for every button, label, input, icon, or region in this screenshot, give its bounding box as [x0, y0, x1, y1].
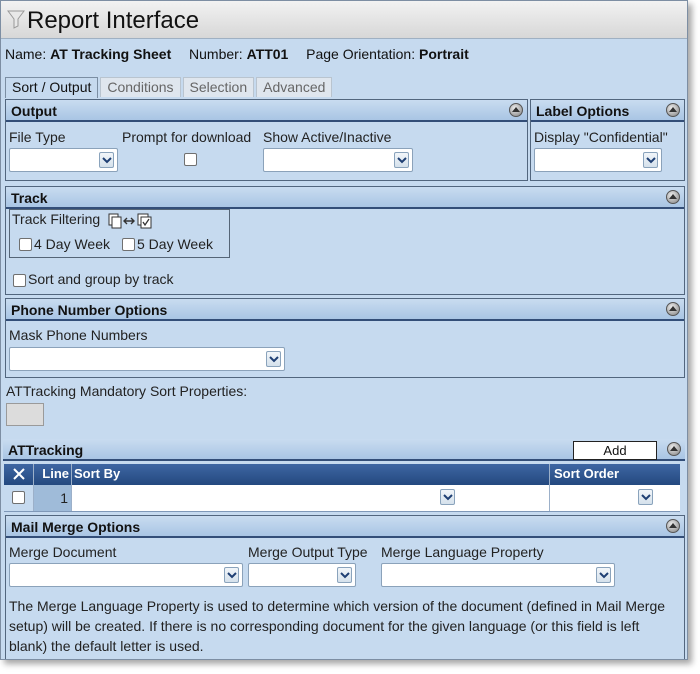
collapse-icon[interactable]: [666, 103, 680, 117]
copy-swap-icon[interactable]: [108, 213, 156, 229]
attracking-title: ATTracking: [8, 442, 84, 458]
label-options-header: Label Options: [531, 100, 684, 122]
title-bar: Report Interface: [1, 1, 687, 39]
merge-document-label: Merge Document: [9, 544, 117, 560]
chevron-down-icon[interactable]: [224, 567, 239, 583]
tab-sort-output[interactable]: Sort / Output: [5, 77, 99, 98]
tab-selection[interactable]: Selection: [182, 77, 255, 97]
sort-by-select[interactable]: [74, 486, 458, 510]
show-active-label: Show Active/Inactive: [263, 129, 392, 145]
orientation-value: Portrait: [418, 46, 469, 62]
track-panel-header: Track: [6, 187, 684, 209]
five-day-week-checkbox[interactable]: [122, 238, 135, 251]
collapse-icon[interactable]: [667, 442, 681, 456]
row-select-cell: [4, 485, 34, 511]
chevron-down-icon[interactable]: [638, 489, 653, 505]
tab-bar: Sort / Output Conditions Selection Advanced: [5, 77, 334, 98]
output-panel-header: Output: [6, 100, 527, 122]
output-panel: Output File Type Prompt for download Sho…: [5, 99, 528, 181]
sort-order-select[interactable]: [552, 486, 656, 510]
table-row: 1: [4, 485, 680, 512]
grid-header: Line Sort By Sort Order: [4, 464, 680, 485]
sort-by-cell: [72, 485, 550, 511]
name-label: Name:: [5, 46, 47, 62]
sort-group-track-checkbox[interactable]: [13, 274, 26, 287]
tab-conditions[interactable]: Conditions: [100, 77, 181, 97]
chevron-down-icon[interactable]: [266, 351, 281, 367]
chevron-down-icon[interactable]: [394, 152, 409, 168]
report-meta: Name: AT Tracking Sheet Number: ATT01 Pa…: [5, 46, 469, 62]
display-confidential-label: Display "Confidential": [534, 129, 668, 145]
sort-group-track-label: Sort and group by track: [28, 271, 174, 287]
line-number: 1: [60, 490, 68, 506]
prompt-download-checkbox[interactable]: [184, 153, 197, 166]
five-day-week-label: 5 Day Week: [137, 236, 213, 252]
attracking-grid: Line Sort By Sort Order 1: [4, 464, 680, 512]
mandatory-sort-box[interactable]: [6, 403, 44, 426]
mask-phone-select[interactable]: [9, 347, 285, 371]
file-type-label: File Type: [9, 129, 66, 145]
mail-merge-header: Mail Merge Options: [6, 516, 684, 538]
file-type-select[interactable]: [9, 148, 118, 172]
orientation-label: Page Orientation:: [306, 46, 416, 62]
show-active-select[interactable]: [263, 148, 413, 172]
line-number-cell: 1: [34, 485, 72, 511]
prompt-download-label: Prompt for download: [122, 129, 252, 145]
merge-language-select[interactable]: [381, 563, 615, 587]
chevron-down-icon[interactable]: [596, 567, 611, 583]
sort-order-column-header: Sort Order: [554, 466, 620, 481]
collapse-icon[interactable]: [666, 302, 680, 316]
phone-options-title: Phone Number Options: [11, 302, 168, 318]
display-confidential-select[interactable]: [534, 148, 662, 172]
phone-options-panel: Phone Number Options Mask Phone Numbers: [5, 298, 685, 378]
collapse-icon[interactable]: [509, 103, 523, 117]
track-title: Track: [11, 190, 48, 206]
four-day-week-checkbox[interactable]: [19, 238, 32, 251]
track-panel: Track Track Filtering 4 Day Week 5 Day W…: [5, 186, 685, 295]
merge-output-type-label: Merge Output Type: [248, 544, 368, 560]
tab-advanced[interactable]: Advanced: [256, 77, 333, 97]
mask-phone-label: Mask Phone Numbers: [9, 327, 148, 343]
name-value: AT Tracking Sheet: [50, 46, 172, 62]
merge-document-select[interactable]: [9, 563, 243, 587]
label-options-panel: Label Options Display "Confidential": [530, 99, 685, 181]
mail-merge-title: Mail Merge Options: [11, 519, 141, 535]
window-title: Report Interface: [27, 7, 200, 34]
track-filtering-group: Track Filtering 4 Day Week 5 Day Week: [9, 209, 230, 258]
sort-by-column-header: Sort By: [72, 464, 550, 485]
phone-options-header: Phone Number Options: [6, 299, 684, 321]
sort-order-cell: [550, 485, 680, 511]
mandatory-sort-label: ATTracking Mandatory Sort Properties:: [6, 383, 248, 399]
merge-output-type-select[interactable]: [248, 563, 356, 587]
output-title: Output: [11, 103, 57, 119]
number-label: Number:: [189, 46, 243, 62]
funnel-icon: [7, 10, 25, 29]
chevron-down-icon[interactable]: [337, 567, 352, 583]
delete-column-header[interactable]: [4, 464, 34, 485]
add-button[interactable]: Add: [573, 441, 657, 460]
track-filtering-label: Track Filtering: [12, 211, 101, 227]
report-interface-window: Report Interface Name: AT Tracking Sheet…: [0, 0, 688, 660]
number-value: ATT01: [246, 46, 289, 62]
line-column-header: Line: [34, 464, 72, 485]
collapse-icon[interactable]: [666, 190, 680, 204]
four-day-week-label: 4 Day Week: [34, 236, 110, 252]
merge-language-description: The Merge Language Property is used to d…: [9, 598, 666, 654]
chevron-down-icon[interactable]: [99, 152, 114, 168]
row-select-checkbox[interactable]: [12, 491, 25, 504]
chevron-down-icon[interactable]: [643, 152, 658, 168]
chevron-down-icon[interactable]: [440, 489, 455, 505]
collapse-icon[interactable]: [666, 519, 680, 533]
close-icon[interactable]: [12, 467, 26, 481]
label-options-title: Label Options: [536, 103, 630, 119]
merge-language-label: Merge Language Property: [381, 544, 544, 560]
